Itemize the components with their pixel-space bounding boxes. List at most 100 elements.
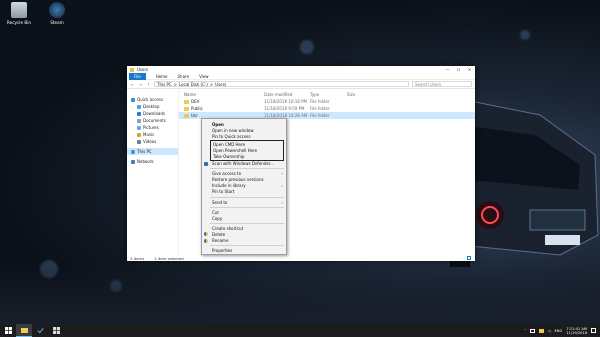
nav-music[interactable]: Music	[127, 131, 178, 138]
status-bar: 3 items 1 item selected	[127, 255, 475, 261]
nav-label: This PC	[137, 149, 152, 154]
menu-label: Scan with Windows Defender...	[212, 161, 274, 167]
nav-quick-access[interactable]: Quick access	[127, 96, 178, 103]
row-date: 11/18/2018 10:18 PM	[264, 99, 307, 104]
clock-date: 11/19/2018	[566, 330, 587, 335]
background-bokeh	[300, 40, 314, 54]
recycle-bin-icon	[11, 2, 27, 18]
star-icon	[131, 97, 135, 102]
explorer-window: Users — ☐ ✕ File Home Share View ← → ↑ T…	[127, 66, 475, 261]
column-header-row: Name Date modified Type Size	[179, 90, 475, 98]
folder-icon	[20, 327, 28, 333]
back-button[interactable]: ←	[130, 82, 135, 87]
notification-icon[interactable]	[591, 328, 596, 333]
breadcrumb-users[interactable]: Users	[215, 82, 226, 87]
documents-icon	[137, 118, 141, 123]
details-view-icon[interactable]	[467, 256, 471, 260]
folder-icon	[184, 113, 189, 118]
table-row[interactable]: DEV 11/18/2018 10:18 PM File folder	[179, 98, 475, 105]
taskbar-store[interactable]	[48, 324, 64, 337]
nav-videos[interactable]: Videos	[127, 138, 178, 145]
nav-this-pc[interactable]: This PC	[127, 148, 178, 155]
maximize-button[interactable]: ☐	[453, 66, 464, 73]
row-name: DEV	[191, 99, 200, 104]
folder-icon[interactable]	[538, 328, 544, 333]
menu-item-copy[interactable]: Copy	[202, 215, 286, 221]
network-icon[interactable]	[529, 328, 535, 333]
taskbar-app[interactable]	[32, 324, 48, 337]
search-input[interactable]: Search Users	[412, 81, 472, 87]
status-selected-count: 1 item selected	[154, 255, 184, 261]
menu-item-pin-start[interactable]: Pin to Start	[202, 189, 286, 195]
menu-separator	[210, 222, 284, 224]
nav-downloads[interactable]: Downloads	[127, 110, 178, 117]
nav-pictures[interactable]: Pictures	[127, 124, 178, 131]
column-name[interactable]: Name	[184, 92, 264, 97]
shield-icon	[204, 232, 208, 237]
tab-file[interactable]: File	[129, 72, 146, 80]
table-row[interactable]: Public 11/18/2018 9:59 PM File folder	[179, 105, 475, 112]
nav-label: Network	[137, 159, 154, 164]
row-name: Usr	[191, 113, 198, 118]
navigation-pane: Quick access Desktop Downloads Documents…	[127, 90, 179, 255]
pictures-icon	[137, 125, 141, 130]
tab-home[interactable]: Home	[156, 74, 168, 79]
breadcrumb-local-disk[interactable]: Local Disk (C:)	[179, 82, 208, 87]
row-type: File folder	[310, 106, 330, 111]
menu-separator	[210, 168, 284, 170]
tab-view[interactable]: View	[199, 74, 209, 79]
volume-icon[interactable]: ◁	[548, 329, 551, 333]
window-body: Quick access Desktop Downloads Documents…	[127, 90, 475, 255]
forward-button[interactable]: →	[138, 82, 143, 87]
address-path[interactable]: This PC > Local Disk (C:) > Users	[154, 81, 409, 87]
column-size[interactable]: Size	[347, 92, 377, 97]
nav-label: Music	[143, 132, 155, 137]
context-menu: Open Open in new window Pin to Quick acc…	[201, 118, 287, 255]
windows-logo-icon	[4, 327, 12, 334]
column-type[interactable]: Type	[310, 92, 347, 97]
menu-label: Include in library	[212, 183, 246, 189]
taskbar: ˄ ◁ ENG 7:21:41 AM 11/19/2018	[0, 324, 600, 337]
menu-item-pin-quick-access[interactable]: Pin to Quick access	[202, 133, 286, 139]
row-date: 11/18/2018 9:59 PM	[264, 106, 305, 111]
nav-label: Desktop	[143, 104, 160, 109]
chevron-up-icon[interactable]: ˄	[524, 329, 526, 333]
status-item-count: 3 items	[130, 255, 145, 261]
clock[interactable]: 7:21:41 AM 11/19/2018	[566, 327, 587, 335]
column-date[interactable]: Date modified	[264, 92, 310, 97]
tab-share[interactable]: Share	[178, 74, 190, 79]
minimize-button[interactable]: —	[442, 66, 453, 73]
nav-label: Videos	[143, 139, 157, 144]
title-bar[interactable]: Users	[127, 66, 475, 73]
menu-item-properties[interactable]: Properties	[202, 248, 286, 254]
window-controls: — ☐ ✕	[442, 66, 475, 73]
chevron-right-icon: ›	[281, 183, 283, 189]
nav-documents[interactable]: Documents	[127, 117, 178, 124]
menu-item-send-to[interactable]: Send to ›	[202, 199, 286, 205]
language-indicator[interactable]: ENG	[555, 329, 563, 333]
menu-item-take-ownership[interactable]: Take Ownership	[211, 153, 283, 159]
nav-network[interactable]: Network	[127, 158, 178, 165]
desktop-icon-steam[interactable]: Steam	[40, 2, 74, 25]
menu-item-rename[interactable]: Rename	[202, 238, 286, 244]
up-button[interactable]: ↑	[146, 82, 151, 87]
breadcrumb-separator: >	[173, 81, 178, 87]
download-icon	[137, 111, 141, 116]
folder-icon	[130, 67, 134, 72]
nav-desktop[interactable]: Desktop	[127, 103, 178, 110]
background-road	[0, 264, 600, 324]
row-type: File folder	[310, 113, 330, 118]
chevron-right-icon: ›	[281, 199, 283, 205]
taskbar-file-explorer[interactable]	[16, 324, 32, 337]
close-button[interactable]: ✕	[464, 66, 475, 73]
breadcrumb-this-pc[interactable]: This PC	[157, 82, 172, 87]
start-button[interactable]	[0, 324, 16, 337]
desktop-icon	[137, 104, 141, 109]
nav-label: Pictures	[143, 125, 159, 130]
folder-icon	[184, 106, 189, 111]
background-bokeh	[520, 30, 530, 40]
desktop-icon-recycle-bin[interactable]: Recycle Bin	[2, 2, 36, 25]
menu-separator	[210, 196, 284, 198]
menu-item-scan-defender[interactable]: Scan with Windows Defender...	[202, 161, 286, 167]
menu-label: Delete	[212, 231, 226, 237]
